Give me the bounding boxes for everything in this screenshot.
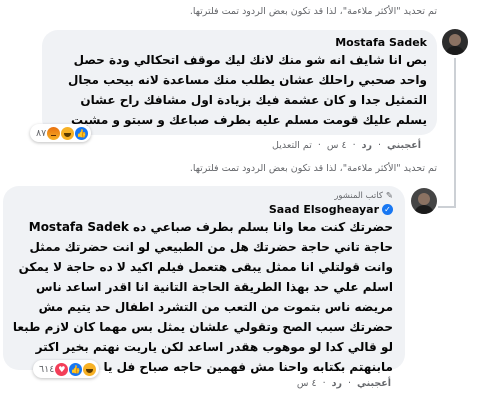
avatar-body — [414, 205, 434, 214]
comment-actions: أعجبني · رد · ٤ س — [297, 378, 391, 389]
comment-text-rest: حاجة تاني حاجة حضرتك هل من الطبيعي لو ان… — [12, 240, 393, 374]
filter-notice: تم تحديد "الأكثر ملاءمة"، لذا قد تكون بع… — [189, 6, 437, 17]
timestamp[interactable]: ٤ س — [327, 140, 347, 151]
reaction-count: ٨٧ — [36, 127, 47, 139]
thread-line-branch — [438, 206, 456, 208]
avatar[interactable] — [442, 29, 468, 55]
comment-text: حضرتك كنت معا وانا بسلم بطرف صباعي ده Mo… — [11, 217, 393, 377]
avatar-face — [418, 193, 430, 205]
reactions-summary[interactable]: ٦١٤ ♥ 👍 — [33, 360, 100, 378]
like-icon: 👍 — [69, 362, 83, 376]
avatar-body — [445, 46, 465, 55]
avatar-face — [449, 34, 461, 46]
comment-actions: أعجبني · رد · ٤ س · تم التعديل — [272, 140, 421, 151]
reply-button[interactable]: رد — [332, 378, 342, 389]
reaction-count: ٦١٤ — [39, 363, 55, 375]
edited-label: تم التعديل — [272, 140, 312, 151]
separator: · — [322, 378, 326, 389]
author-line: ✓ Saad Elsogheayar — [11, 202, 393, 217]
verified-icon: ✓ — [382, 204, 393, 215]
separator: · — [317, 140, 321, 151]
haha-icon — [83, 362, 97, 376]
comment-text-start: حضرتك كنت معا وانا بسلم بطرف صباعي ده — [133, 220, 393, 234]
timestamp[interactable]: ٤ س — [297, 378, 317, 389]
like-icon: 👍 — [75, 126, 89, 140]
comment-author[interactable]: Saad Elsogheayar — [269, 202, 379, 217]
author-badge-icon: ✎ — [385, 191, 393, 201]
angry-icon — [47, 126, 61, 140]
comment-text: بص انا شايف انه شو منك لانك ليك موقف اتح… — [67, 53, 427, 127]
filter-notice: تم تحديد "الأكثر ملاءمة"، لذا قد تكون بع… — [189, 163, 437, 174]
love-icon: ♥ — [55, 362, 69, 376]
author-badge: ✎ كاتب المنشور — [11, 190, 393, 202]
like-button[interactable]: أعجبني — [387, 140, 421, 151]
comment-bubble: Mostafa Sadek بص انا شايف انه شو منك لان… — [42, 30, 437, 135]
comment-author[interactable]: Mostafa Sadek — [52, 35, 427, 50]
reply-button[interactable]: رد — [362, 140, 372, 151]
reactions-summary[interactable]: ٨٧ 👍 — [30, 124, 92, 142]
mention-link[interactable]: Mostafa Sadek — [29, 220, 129, 234]
author-badge-label: كاتب المنشور — [334, 191, 383, 201]
thread-line — [454, 58, 456, 208]
separator: · — [378, 140, 382, 151]
separator: · — [348, 378, 352, 389]
like-button[interactable]: أعجبني — [357, 378, 391, 389]
comment-bubble: ✎ كاتب المنشور ✓ Saad Elsogheayar حضرتك … — [3, 186, 405, 374]
separator: · — [352, 140, 356, 151]
avatar[interactable] — [411, 188, 437, 214]
haha-icon — [61, 126, 75, 140]
